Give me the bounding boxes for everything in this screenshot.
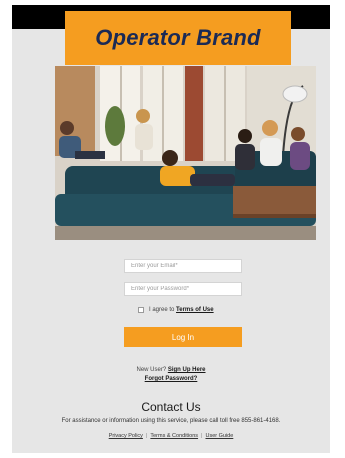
agree-text: I agree to	[149, 307, 177, 313]
contact-title: Contact Us	[141, 400, 201, 414]
login-button[interactable]: Log In	[124, 327, 242, 347]
login-label: Log In	[171, 332, 195, 342]
forgot-password-link[interactable]: Forgot Password?	[145, 376, 198, 382]
forgot-password-row: Forgot Password?	[12, 376, 330, 382]
new-user-text: New User?	[136, 367, 168, 373]
footer-separator: |	[145, 433, 148, 439]
hero-image	[55, 66, 316, 240]
new-user-row: New User? Sign Up Here	[12, 367, 330, 373]
footer-separator: |	[201, 433, 203, 439]
user-guide-link[interactable]: User Guide	[205, 433, 233, 439]
terms-of-use-link[interactable]: Terms of Use	[176, 307, 214, 313]
hero-photo	[55, 66, 316, 240]
page-frame: Operator Brand Enter your Email* I agree…	[12, 5, 330, 453]
email-input[interactable]	[124, 259, 242, 273]
brand-logo: Operator Brand	[65, 11, 291, 65]
terms-agreement: I agree to Terms of Use	[138, 305, 214, 315]
password-input[interactable]	[124, 282, 242, 296]
brand-title: Operator Brand	[95, 25, 261, 50]
contact-info: For assistance or information using this…	[61, 418, 281, 424]
sign-up-link[interactable]: Sign Up Here	[168, 367, 206, 373]
privacy-policy-link[interactable]: Privacy Policy	[109, 433, 143, 439]
footer-links: Privacy Policy | Terms & Conditions | User G…	[12, 433, 330, 439]
terms-conditions-link[interactable]: Terms & Conditions	[150, 433, 198, 439]
agree-checkbox[interactable]	[138, 307, 144, 313]
